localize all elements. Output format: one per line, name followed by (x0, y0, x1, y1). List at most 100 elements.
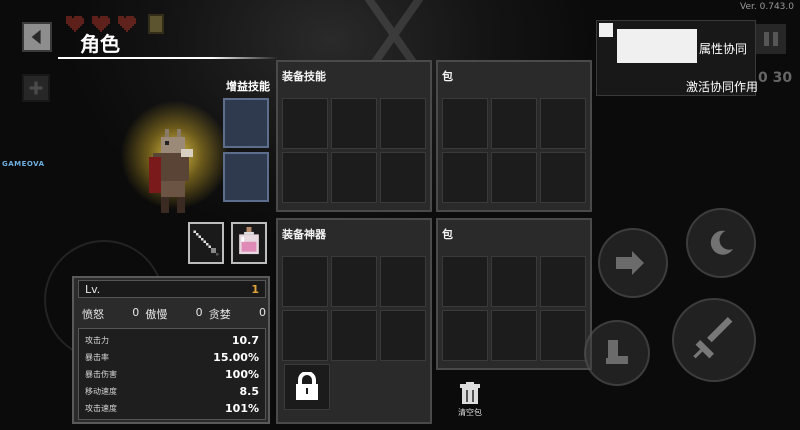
boot-icon (606, 340, 628, 364)
weapon-slot[interactable] (188, 222, 224, 264)
bag-panel-top: 包 (436, 60, 592, 212)
lock-icon (296, 372, 318, 400)
stat-list: 攻击力 10.7 暴击率 15.00% 暴击伤害 100% 移动速度 8.5 攻… (78, 328, 266, 420)
inventory-slot[interactable] (540, 256, 586, 307)
inventory-slot[interactable] (491, 152, 537, 203)
stat-value: 101% (225, 402, 259, 415)
stat-value: 100% (225, 368, 259, 381)
trait-value: 0 (258, 306, 266, 319)
watermark: GAMEOVA (2, 160, 45, 168)
inventory-slot[interactable] (491, 256, 537, 307)
stats-panel: Lv. 1 愤怒 0 傲慢 0 贪婪 0 攻击力 10.7 暴击率 15.00%… (72, 276, 270, 424)
pause-icon (764, 32, 769, 46)
active-synergy-label[interactable]: 激活协同作用 (686, 78, 758, 95)
sword-icon (193, 230, 219, 256)
inventory-slot[interactable] (331, 152, 377, 203)
inventory-slot[interactable] (331, 310, 377, 361)
inventory-slot[interactable] (282, 310, 328, 361)
stat-name: 移动速度 (85, 387, 117, 396)
stat-name: 暴击率 (85, 353, 109, 362)
stat-value: 15.00% (213, 351, 259, 364)
timer: 0 30 (758, 70, 793, 86)
stat-row: 暴击伤害 100% (85, 366, 259, 383)
buff-skill-slot-1[interactable] (223, 98, 269, 148)
trait-name: 傲慢 (145, 308, 168, 321)
stat-value: 8.5 (239, 385, 260, 398)
equip-skills-panel: 装备技能 (276, 60, 432, 212)
inventory-slot[interactable] (282, 256, 328, 307)
sword-attack-icon (693, 317, 733, 359)
equip-skills-grid (282, 98, 426, 203)
stat-row: 暴击率 15.00% (85, 349, 259, 366)
level-value: 1 (251, 282, 259, 296)
potion-icon (239, 227, 259, 255)
plus-icon (29, 81, 43, 95)
inventory-slot[interactable] (491, 98, 537, 149)
attack-button[interactable] (672, 298, 756, 382)
back-button[interactable] (22, 22, 52, 52)
inventory-slot[interactable] (380, 98, 426, 149)
equip-skills-title: 装备技能 (282, 70, 326, 83)
equip-artifacts-title: 装备神器 (282, 228, 326, 241)
inventory-slot[interactable] (442, 98, 488, 149)
inventory-slot[interactable] (491, 310, 537, 361)
inventory-slot[interactable] (380, 152, 426, 203)
bag-title: 包 (442, 228, 453, 241)
buff-skills-label: 增益技能 (226, 80, 270, 93)
clear-bag-label: 清空包 (458, 408, 482, 417)
inventory-slot[interactable] (282, 98, 328, 149)
stat-row: 攻击力 10.7 (85, 332, 259, 349)
stat-name: 攻击力 (85, 336, 109, 345)
arrow-left-icon (31, 29, 41, 45)
stat-row: 攻击速度 101% (85, 400, 259, 417)
stat-name: 暴击伤害 (85, 370, 117, 379)
inventory-slot[interactable] (282, 152, 328, 203)
skill-button[interactable] (686, 208, 756, 278)
trait-value: 0 (195, 306, 203, 319)
level-label: Lv. (85, 282, 101, 296)
inventory-slot[interactable] (380, 256, 426, 307)
synergy-label[interactable]: 属性协同 (699, 40, 747, 57)
add-button[interactable] (22, 74, 50, 102)
inventory-slot[interactable] (331, 98, 377, 149)
trash-icon (460, 382, 480, 404)
character-sprite (149, 129, 193, 213)
stat-row: 移动速度 8.5 (85, 383, 259, 400)
bag-panel-bottom: 包 (436, 218, 592, 370)
page-title: 角色 (80, 32, 120, 56)
dash-arrow-icon (616, 251, 644, 275)
bag-title: 包 (442, 70, 453, 83)
minimap-room (599, 23, 613, 37)
trait-name: 贪婪 (208, 308, 231, 321)
level-row: Lv. 1 (78, 280, 266, 298)
inventory-slot[interactable] (540, 310, 586, 361)
inventory-slot[interactable] (442, 256, 488, 307)
traits-row: 愤怒 0 傲慢 0 贪婪 0 (82, 306, 266, 322)
pause-icon (773, 32, 778, 46)
equip-artifacts-grid (282, 256, 426, 361)
version-label: Ver. 0.743.0 (740, 2, 794, 12)
inventory-slot[interactable] (380, 310, 426, 361)
inventory-slot[interactable] (540, 98, 586, 149)
bag-grid-bottom (442, 256, 586, 361)
crescent-icon (710, 230, 733, 255)
inventory-slot[interactable] (442, 310, 488, 361)
clear-bag-button[interactable]: 清空包 (450, 382, 490, 418)
buff-skill-slot-2[interactable] (223, 152, 269, 202)
jump-button[interactable] (584, 320, 650, 386)
shield-icon (148, 14, 164, 34)
inventory-slot[interactable] (331, 256, 377, 307)
trait-name: 愤怒 (82, 308, 104, 321)
inventory-slot[interactable] (442, 152, 488, 203)
stat-value: 10.7 (231, 334, 259, 347)
trait-value: 0 (132, 306, 140, 319)
inventory-slot[interactable] (540, 152, 586, 203)
dash-button[interactable] (598, 228, 668, 298)
stat-name: 攻击速度 (85, 404, 117, 413)
locked-slot[interactable] (284, 364, 330, 410)
bag-grid-top (442, 98, 586, 203)
potion-slot[interactable] (231, 222, 267, 264)
title-underline (58, 57, 278, 59)
pause-button[interactable] (756, 24, 786, 54)
minimap-room (617, 29, 697, 63)
